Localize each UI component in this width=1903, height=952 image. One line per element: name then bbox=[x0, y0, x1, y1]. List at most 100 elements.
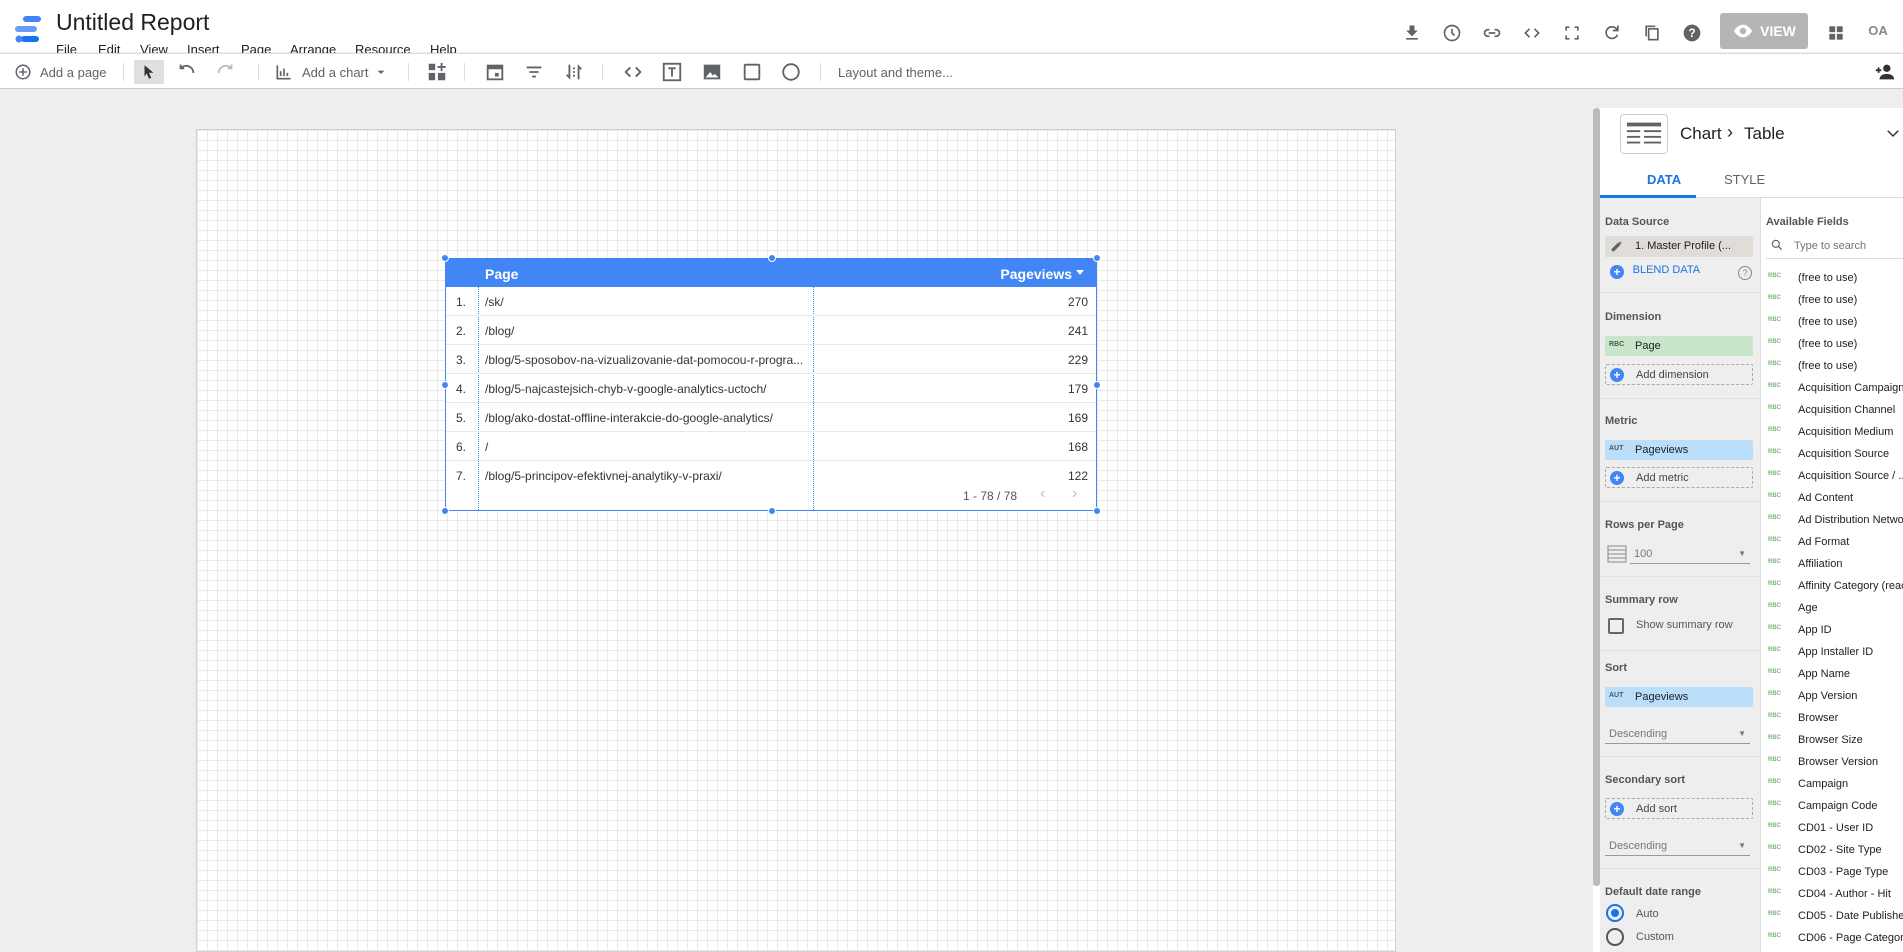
secondary-sort-order-select[interactable]: Descending ▼ bbox=[1605, 836, 1750, 856]
field-item[interactable]: RBC CD02 - Site Type bbox=[1768, 842, 1903, 860]
refresh-icon[interactable] bbox=[1599, 20, 1625, 46]
copy-icon[interactable] bbox=[1639, 20, 1665, 46]
add-page-button[interactable]: Add a page bbox=[14, 60, 107, 84]
add-community-viz-button[interactable] bbox=[426, 60, 448, 84]
field-item[interactable]: RBC Browser bbox=[1768, 710, 1903, 728]
url-embed-button[interactable] bbox=[622, 60, 644, 84]
resize-handle-top-left[interactable] bbox=[441, 254, 449, 262]
field-item[interactable]: RBC Campaign bbox=[1768, 776, 1903, 794]
report-title[interactable]: Untitled Report bbox=[56, 9, 209, 36]
link-icon[interactable] bbox=[1479, 20, 1505, 46]
column-header-pageviews[interactable]: Pageviews bbox=[1000, 266, 1072, 282]
apps-grid-icon[interactable] bbox=[1823, 20, 1849, 46]
text-tool-button[interactable] bbox=[661, 60, 683, 84]
field-item[interactable]: RBC (free to use) bbox=[1768, 270, 1903, 288]
data-source-selector[interactable]: 1. Master Profile (... bbox=[1605, 236, 1753, 257]
date-custom-radio[interactable] bbox=[1606, 928, 1624, 946]
rows-per-page-select[interactable]: 100 ▼ bbox=[1630, 544, 1750, 564]
next-page-icon[interactable]: › bbox=[1072, 485, 1077, 503]
field-item[interactable]: RBC Ad Content bbox=[1768, 490, 1903, 508]
download-icon[interactable] bbox=[1399, 20, 1425, 46]
add-sort-button[interactable]: + Add sort bbox=[1605, 798, 1753, 819]
resize-handle-top-right[interactable] bbox=[1093, 254, 1101, 262]
help-circle-icon[interactable]: ? bbox=[1738, 266, 1752, 280]
tab-data[interactable]: DATA bbox=[1647, 172, 1681, 187]
field-item[interactable]: RBC Acquisition Source bbox=[1768, 446, 1903, 464]
field-item[interactable]: RBC Ad Format bbox=[1768, 534, 1903, 552]
data-studio-logo-icon[interactable] bbox=[13, 14, 43, 44]
field-item[interactable]: RBC (free to use) bbox=[1768, 314, 1903, 332]
field-type-icon: RBC bbox=[1768, 295, 1781, 301]
field-item[interactable]: RBC CD05 - Date Published bbox=[1768, 908, 1903, 926]
field-item[interactable]: RBC CD03 - Page Type bbox=[1768, 864, 1903, 882]
column-header-page[interactable]: Page bbox=[485, 266, 518, 282]
field-item[interactable]: RBC Age bbox=[1768, 600, 1903, 618]
add-dimension-button[interactable]: + Add dimension bbox=[1605, 364, 1753, 385]
field-item[interactable]: RBC Ad Distribution Network bbox=[1768, 512, 1903, 530]
layout-theme-button[interactable]: Layout and theme... bbox=[838, 60, 953, 84]
add-metric-button[interactable]: + Add metric bbox=[1605, 467, 1753, 488]
field-item[interactable]: RBC CD06 - Page Category bbox=[1768, 930, 1903, 948]
field-item[interactable]: RBC Browser Version bbox=[1768, 754, 1903, 772]
table-chart-icon[interactable] bbox=[1620, 114, 1668, 154]
chevron-down-icon[interactable] bbox=[1884, 124, 1902, 145]
blend-data-button[interactable]: + BLEND DATA bbox=[1610, 264, 1700, 279]
resize-handle-bottom-right[interactable] bbox=[1093, 507, 1101, 515]
prev-page-icon[interactable]: ‹ bbox=[1040, 485, 1045, 503]
data-control-button[interactable] bbox=[563, 60, 585, 84]
share-button[interactable] bbox=[1874, 60, 1896, 84]
field-item[interactable]: RBC CD04 - Author - Hit bbox=[1768, 886, 1903, 904]
redo-button[interactable] bbox=[214, 60, 236, 84]
select-tool-button[interactable] bbox=[134, 60, 164, 84]
add-chart-button[interactable]: Add a chart bbox=[274, 60, 389, 84]
field-item[interactable]: RBC Acquisition Channel bbox=[1768, 402, 1903, 420]
sort-order-select[interactable]: Descending ▼ bbox=[1605, 724, 1750, 744]
field-item[interactable]: RBC Affiliation bbox=[1768, 556, 1903, 574]
field-search-input[interactable] bbox=[1794, 236, 1902, 256]
date-auto-radio[interactable] bbox=[1606, 904, 1624, 922]
field-item[interactable]: RBC Acquisition Campaign bbox=[1768, 380, 1903, 398]
cell-page: / bbox=[485, 440, 489, 454]
field-item[interactable]: RBC CD01 - User ID bbox=[1768, 820, 1903, 838]
table-chart[interactable]: Page Pageviews 1. /sk/270 2. /blog/241 3. /… bbox=[445, 258, 1097, 511]
table-row: 2. /blog/241 bbox=[446, 316, 1096, 345]
field-item[interactable]: RBC App Version bbox=[1768, 688, 1903, 706]
resize-handle-left[interactable] bbox=[441, 381, 449, 389]
tab-style[interactable]: STYLE bbox=[1724, 172, 1765, 187]
help-icon[interactable]: ? bbox=[1679, 20, 1705, 46]
history-icon[interactable] bbox=[1439, 20, 1465, 46]
date-range-control-button[interactable] bbox=[484, 60, 506, 84]
resize-handle-right[interactable] bbox=[1093, 381, 1101, 389]
undo-button[interactable] bbox=[176, 60, 198, 84]
report-canvas[interactable] bbox=[196, 129, 1396, 952]
field-type-icon: RBC bbox=[1768, 801, 1781, 807]
circle-tool-button[interactable] bbox=[780, 60, 802, 84]
edit-pencil-icon[interactable] bbox=[1610, 239, 1624, 256]
view-button[interactable]: VIEW bbox=[1720, 13, 1808, 49]
field-item[interactable]: RBC Browser Size bbox=[1768, 732, 1903, 750]
field-item[interactable]: RBC (free to use) bbox=[1768, 358, 1903, 376]
resize-handle-bottom-left[interactable] bbox=[441, 507, 449, 515]
summary-row-checkbox[interactable] bbox=[1608, 618, 1624, 634]
field-item[interactable]: RBC Acquisition Source / ... bbox=[1768, 468, 1903, 486]
dimension-chip-page[interactable]: RBC Page bbox=[1605, 336, 1753, 356]
metric-chip-pageviews[interactable]: AUT Pageviews bbox=[1605, 440, 1753, 460]
embed-icon[interactable] bbox=[1519, 20, 1545, 46]
field-item[interactable]: RBC Campaign Code bbox=[1768, 798, 1903, 816]
image-tool-button[interactable] bbox=[701, 60, 723, 84]
resize-handle-top[interactable] bbox=[768, 254, 776, 262]
field-item[interactable]: RBC App Installer ID bbox=[1768, 644, 1903, 662]
field-item[interactable]: RBC App ID bbox=[1768, 622, 1903, 640]
field-item[interactable]: RBC (free to use) bbox=[1768, 336, 1903, 354]
fullscreen-icon[interactable] bbox=[1559, 20, 1585, 46]
canvas-scrollbar[interactable] bbox=[1593, 108, 1600, 886]
sort-chip-pageviews[interactable]: AUT Pageviews bbox=[1605, 687, 1753, 707]
field-item[interactable]: RBC (free to use) bbox=[1768, 292, 1903, 310]
field-item[interactable]: RBC Acquisition Medium bbox=[1768, 424, 1903, 442]
field-item[interactable]: RBC App Name bbox=[1768, 666, 1903, 684]
filter-control-button[interactable] bbox=[523, 60, 545, 84]
avatar[interactable]: OA bbox=[1862, 14, 1894, 46]
field-item[interactable]: RBC Affinity Category (reach) bbox=[1768, 578, 1903, 596]
resize-handle-bottom[interactable] bbox=[768, 507, 776, 515]
rectangle-tool-button[interactable] bbox=[741, 60, 763, 84]
